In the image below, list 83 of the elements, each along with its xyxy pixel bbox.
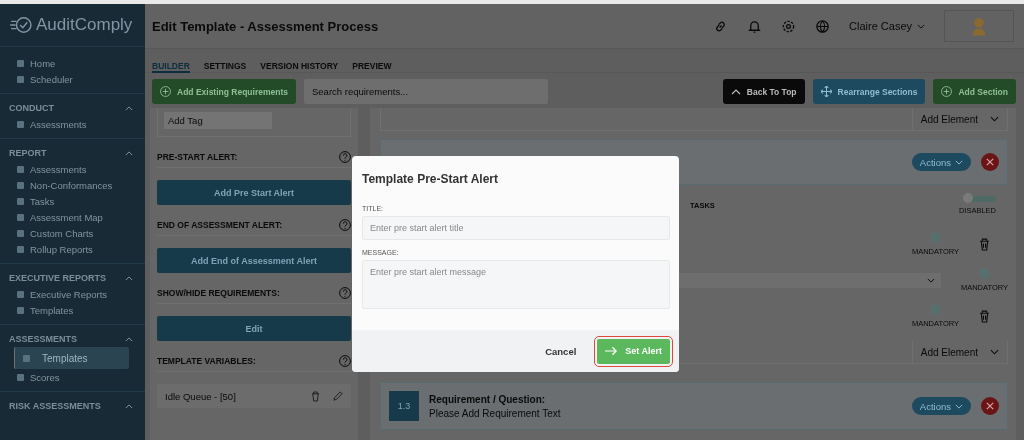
alert-button[interactable]: Add End of Assessment Alert [157, 248, 351, 273]
sidebar-item[interactable]: Executive Reports [14, 286, 129, 302]
chevron-icon[interactable] [125, 336, 133, 342]
delete-button[interactable] [981, 153, 999, 171]
actions-button[interactable]: Actions [911, 153, 971, 171]
delete-button[interactable] [981, 397, 999, 415]
sidebar-item[interactable]: Assessments [14, 116, 129, 132]
section-label: SHOW/HIDE REQUIREMENTS: [157, 288, 280, 298]
chevron-up-icon [730, 88, 741, 95]
help-icon[interactable] [339, 355, 351, 367]
sidebar-item[interactable]: Templates [14, 302, 129, 318]
sidebar-item[interactable]: Non-Conformances [14, 177, 129, 193]
section-title: ASSESSMENTS [9, 334, 77, 344]
chevron-down-icon [926, 277, 935, 283]
pencil-icon[interactable] [332, 390, 343, 402]
section-title: EXECUTIVE REPORTS [9, 273, 107, 283]
add-element-select[interactable]: Add Element [911, 108, 1007, 130]
tab[interactable]: SETTINGS [203, 55, 247, 73]
section-label: TEMPLATE VARIABLES: [157, 356, 256, 366]
sidebar-item[interactable]: Assessment Map [14, 209, 129, 225]
user-menu[interactable]: Claire Casey [849, 20, 925, 32]
globe-icon[interactable] [815, 18, 831, 34]
section-title: RISK ASSESSMENTS [9, 401, 101, 411]
help-icon[interactable] [339, 219, 351, 231]
section-title: CONDUCT [9, 103, 54, 113]
trash-icon[interactable] [311, 390, 320, 402]
rearrange-sections-button[interactable]: Rearrange Sections [812, 79, 926, 104]
section-title: REPORT [9, 148, 47, 158]
chevron-down-icon [990, 349, 999, 355]
tab[interactable]: PREVIEW [352, 55, 392, 73]
caret-icon [917, 23, 925, 29]
help-icon[interactable] [339, 151, 351, 163]
sidebar-item[interactable]: Scheduler [14, 71, 129, 87]
close-icon [986, 158, 994, 166]
actions-button[interactable]: Actions [911, 397, 971, 415]
sidebar-item[interactable]: Custom Charts [14, 225, 129, 241]
close-icon [986, 402, 994, 410]
search-field[interactable]: Search requirements... [304, 79, 548, 104]
sidebar-item[interactable]: Home [14, 55, 129, 71]
variable-name: Idle Queue - [50] [165, 390, 236, 402]
move-icon [820, 86, 832, 97]
requirement-text: Please Add Requirement Text [429, 407, 561, 419]
trash-icon[interactable] [979, 237, 990, 251]
modal-title: Template Pre-Start Alert [362, 172, 500, 186]
chevron-down-icon [955, 403, 963, 409]
logo-icon [10, 16, 32, 34]
page-title: Edit Template - Assessment Process [152, 18, 379, 34]
alert-button[interactable]: Edit [157, 316, 351, 341]
requirement-title: Requirement / Question: [429, 393, 547, 405]
add-existing-requirements-button[interactable]: Add Existing Requirements [152, 79, 296, 104]
plus-circle-icon [941, 86, 953, 97]
sidebar-item[interactable]: Assessments [14, 161, 129, 177]
chevron-icon[interactable] [125, 275, 133, 281]
settings-icon[interactable] [781, 18, 797, 34]
message-field[interactable]: Enter pre start alert message [362, 260, 670, 309]
chevron-icon[interactable] [125, 150, 133, 156]
sidebar-item[interactable]: Rollup Reports [14, 241, 129, 257]
help-icon[interactable] [339, 287, 351, 299]
tab[interactable]: VERSION HISTORY [260, 55, 339, 73]
arrow-right-icon [605, 346, 619, 356]
chevron-down-icon [955, 159, 963, 165]
trash-icon[interactable] [979, 309, 990, 323]
tag-field[interactable]: Add Tag [164, 112, 272, 129]
app-logo: AuditComply [36, 15, 133, 35]
back-to-top-button[interactable]: Back To Top [722, 79, 805, 104]
toggle-switch[interactable] [964, 195, 996, 202]
section-label: END OF ASSESSMENT ALERT: [157, 220, 282, 230]
title-field[interactable]: Enter pre start alert title [362, 216, 670, 240]
add-element-select[interactable]: Add Element [911, 341, 1007, 363]
chevron-icon[interactable] [125, 105, 133, 111]
sidebar-item[interactable]: Scores [14, 369, 129, 385]
requirement-number: 1.3 [389, 391, 419, 421]
alert-button[interactable]: Add Pre Start Alert [157, 180, 351, 205]
person-icon [971, 16, 987, 36]
bell-icon[interactable] [747, 18, 763, 34]
sidebar-item[interactable]: Tasks [14, 193, 129, 209]
add-section-button[interactable]: Add Section [933, 79, 1016, 104]
cancel-button[interactable]: Cancel [539, 344, 583, 358]
section-label: PRE-START ALERT: [157, 152, 238, 162]
chevron-icon[interactable] [125, 403, 133, 409]
plus-circle-icon [160, 86, 171, 97]
chevron-down-icon [990, 116, 999, 122]
sidebar-item[interactable]: Templates [14, 347, 129, 369]
